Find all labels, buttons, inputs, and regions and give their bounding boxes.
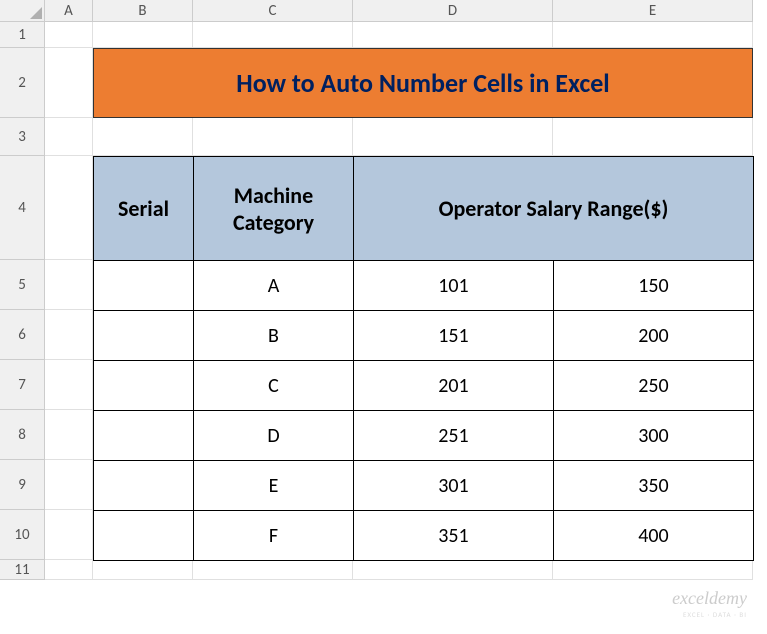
cell-serial[interactable] (94, 461, 194, 511)
cell-salary-low[interactable]: 151 (354, 311, 554, 361)
row-header-3[interactable]: 3 (0, 118, 45, 156)
cell-A3[interactable] (45, 118, 93, 156)
watermark-sub: EXCEL · DATA · BI (683, 610, 747, 619)
cell-salary-high[interactable]: 200 (554, 311, 754, 361)
col-header-c[interactable]: C (193, 0, 353, 22)
col-header-e[interactable]: E (553, 0, 753, 22)
table-row: A101150 (94, 261, 754, 311)
header-serial[interactable]: Serial (94, 157, 194, 261)
row-header-5[interactable]: 5 (0, 260, 45, 310)
table-row: D251300 (94, 411, 754, 461)
cell-B3[interactable] (93, 118, 193, 156)
cell-E11[interactable] (553, 560, 753, 580)
cell-salary-low[interactable]: 251 (354, 411, 554, 461)
cell-category[interactable]: D (194, 411, 354, 461)
cell-serial[interactable] (94, 261, 194, 311)
cell-C11[interactable] (193, 560, 353, 580)
cell-E1[interactable] (553, 22, 753, 48)
cell-E3[interactable] (553, 118, 753, 156)
cell-salary-low[interactable]: 351 (354, 511, 554, 561)
row-header-1[interactable]: 1 (0, 22, 45, 48)
cell-D11[interactable] (353, 560, 553, 580)
cell-category[interactable]: B (194, 311, 354, 361)
table-row: F351400 (94, 511, 754, 561)
cell-salary-high[interactable]: 250 (554, 361, 754, 411)
title-banner: How to Auto Number Cells in Excel (93, 48, 753, 118)
cell-salary-low[interactable]: 101 (354, 261, 554, 311)
cell-A11[interactable] (45, 560, 93, 580)
cell-C1[interactable] (193, 22, 353, 48)
row-header-2[interactable]: 2 (0, 48, 45, 118)
cell-salary-high[interactable]: 350 (554, 461, 754, 511)
table-row: E301350 (94, 461, 754, 511)
table-row: B151200 (94, 311, 754, 361)
col-header-d[interactable]: D (353, 0, 553, 22)
cell-category[interactable]: A (194, 261, 354, 311)
column-headers: ABCDE (45, 0, 753, 22)
cell-B1[interactable] (93, 22, 193, 48)
cell-serial[interactable] (94, 361, 194, 411)
cell-serial[interactable] (94, 511, 194, 561)
header-category[interactable]: Machine Category (194, 157, 354, 261)
cell-category[interactable]: F (194, 511, 354, 561)
cell-B11[interactable] (93, 560, 193, 580)
table-row: C201250 (94, 361, 754, 411)
cell-category[interactable]: E (194, 461, 354, 511)
cell-serial[interactable] (94, 311, 194, 361)
col-header-a[interactable]: A (45, 0, 93, 22)
row-header-8[interactable]: 8 (0, 410, 45, 460)
watermark: exceldemy (672, 588, 747, 609)
cell-A4[interactable] (45, 156, 93, 260)
cell-salary-high[interactable]: 400 (554, 511, 754, 561)
cell-A7[interactable] (45, 360, 93, 410)
cell-A1[interactable] (45, 22, 93, 48)
row-headers: 1234567891011 (0, 22, 45, 580)
cell-A5[interactable] (45, 260, 93, 310)
cell-A8[interactable] (45, 410, 93, 460)
cell-salary-low[interactable]: 301 (354, 461, 554, 511)
row-header-4[interactable]: 4 (0, 156, 45, 260)
select-all-triangle[interactable] (0, 0, 45, 22)
cell-A10[interactable] (45, 510, 93, 560)
col-header-b[interactable]: B (93, 0, 193, 22)
cell-A9[interactable] (45, 460, 93, 510)
row-header-6[interactable]: 6 (0, 310, 45, 360)
data-table: Serial Machine Category Operator Salary … (93, 156, 754, 561)
cell-salary-low[interactable]: 201 (354, 361, 554, 411)
row-header-7[interactable]: 7 (0, 360, 45, 410)
cell-C3[interactable] (193, 118, 353, 156)
title-text: How to Auto Number Cells in Excel (236, 67, 609, 99)
row-header-11[interactable]: 11 (0, 560, 45, 580)
cell-salary-high[interactable]: 150 (554, 261, 754, 311)
cell-D1[interactable] (353, 22, 553, 48)
row-header-9[interactable]: 9 (0, 460, 45, 510)
cell-A6[interactable] (45, 310, 93, 360)
cell-A2[interactable] (45, 48, 93, 118)
header-salary[interactable]: Operator Salary Range($) (354, 157, 754, 261)
cell-salary-high[interactable]: 300 (554, 411, 754, 461)
cell-D3[interactable] (353, 118, 553, 156)
cell-serial[interactable] (94, 411, 194, 461)
cell-category[interactable]: C (194, 361, 354, 411)
row-header-10[interactable]: 10 (0, 510, 45, 560)
